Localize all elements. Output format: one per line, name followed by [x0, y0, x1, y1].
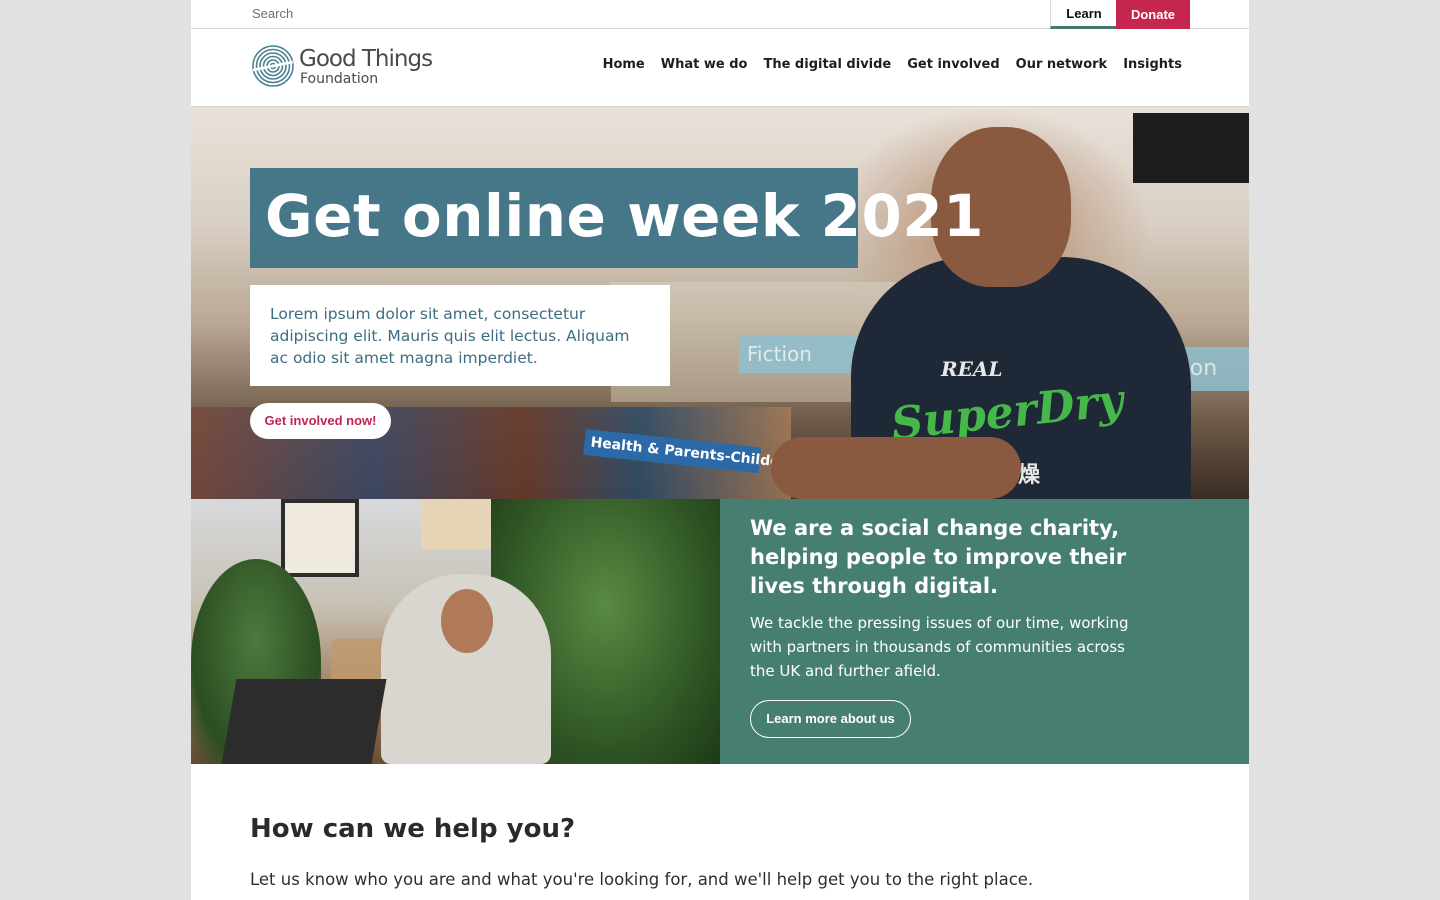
hero-text-box: Lorem ipsum dolor sit amet, consectetur …: [250, 285, 670, 386]
about-photo: [191, 499, 720, 764]
wall-frame: [281, 499, 359, 577]
about-panel: We are a social change charity, helping …: [720, 499, 1249, 764]
site-header: Good Things Foundation Home What we do T…: [191, 29, 1249, 107]
fingerprint-icon: [252, 45, 294, 87]
search-input[interactable]: Search: [252, 0, 552, 28]
page: Search Learn Donate Good Things Foundati…: [191, 0, 1249, 900]
utility-bar: Search Learn Donate: [191, 0, 1249, 29]
help-text: Let us know who you are and what you're …: [250, 870, 1034, 889]
about-text: We tackle the pressing issues of our tim…: [750, 614, 1129, 680]
nav-item-what-we-do[interactable]: What we do: [661, 57, 748, 72]
brand-name: Good Things: [299, 46, 433, 72]
hero-text: Lorem ipsum dolor sit amet, consectetur …: [270, 305, 630, 367]
nav-item-insights[interactable]: Insights: [1123, 57, 1182, 72]
hero-title: Get online week 2021: [265, 182, 985, 250]
woman-face: [441, 589, 493, 653]
laptop: [221, 679, 387, 764]
about-heading: We are a social change charity, helping …: [750, 516, 1127, 598]
hero-person-arm: [771, 437, 1021, 499]
help-title: How can we help you?: [250, 814, 576, 844]
nav-item-home[interactable]: Home: [603, 57, 645, 72]
hero-banner: Fiction tion Health & Parents-Childcare …: [191, 107, 1249, 499]
main-nav: Home What we do The digital divide Get i…: [603, 57, 1182, 72]
brand-subtitle: Foundation: [300, 71, 379, 87]
get-involved-button[interactable]: Get involved now!: [250, 403, 391, 439]
wall-picture: [421, 499, 501, 549]
nav-item-get-involved[interactable]: Get involved: [907, 57, 999, 72]
learn-tab[interactable]: Learn: [1050, 0, 1117, 29]
site-logo[interactable]: Good Things Foundation: [251, 44, 451, 90]
nav-item-digital-divide[interactable]: The digital divide: [763, 57, 891, 72]
shirt-text-real: REAL: [941, 357, 1003, 381]
hero-photo-fiction-sign: Fiction: [739, 335, 867, 373]
learn-more-button[interactable]: Learn more about us: [750, 700, 911, 738]
donate-button[interactable]: Donate: [1116, 0, 1190, 29]
nav-item-our-network[interactable]: Our network: [1016, 57, 1108, 72]
hero-title-box: Get online week 2021: [250, 168, 984, 268]
